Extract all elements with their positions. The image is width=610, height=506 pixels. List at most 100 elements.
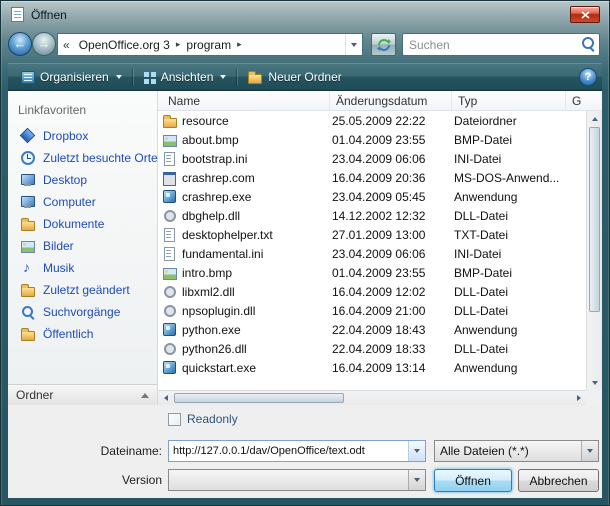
vertical-scrollbar[interactable] <box>586 111 602 390</box>
filetype-combobox[interactable]: Alle Dateien (*.*) <box>434 440 599 462</box>
bmp-file-icon <box>162 132 178 148</box>
views-button[interactable]: Ansichten <box>135 67 235 87</box>
scroll-down-button[interactable] <box>587 375 602 390</box>
version-combobox[interactable] <box>168 469 426 491</box>
file-row[interactable]: crashrep.com 16.04.2009 20:36 MS-DOS-Anw… <box>158 168 586 187</box>
open-button[interactable]: Öffnen <box>434 469 512 492</box>
folder-icon <box>162 113 178 129</box>
chevron-down-icon <box>414 449 420 453</box>
column-header-size[interactable]: G <box>566 91 602 110</box>
music-icon <box>20 260 36 276</box>
file-row[interactable]: desktophelper.txt 27.01.2009 13:00 TXT-D… <box>158 225 586 244</box>
refresh-button[interactable] <box>371 33 396 56</box>
breadcrumb-collapse[interactable]: « <box>58 38 75 52</box>
file-type: INI-Datei <box>448 152 586 166</box>
close-icon <box>581 11 590 19</box>
breadcrumb-dropdown-button[interactable] <box>345 34 362 55</box>
file-date: 27.01.2009 13:00 <box>326 228 448 242</box>
horizontal-scrollbar[interactable] <box>158 390 586 405</box>
sidebar-item-public[interactable]: Öffentlich <box>8 323 157 345</box>
file-type: Anwendung <box>448 361 586 375</box>
file-row[interactable]: fundamental.ini 23.04.2009 06:06 INI-Dat… <box>158 244 586 263</box>
breadcrumb-item-program[interactable]: program <box>182 38 235 52</box>
chevron-left-icon <box>164 395 168 401</box>
help-button[interactable]: ? <box>579 68 597 86</box>
readonly-checkbox[interactable] <box>168 413 181 426</box>
exe-file-icon <box>162 322 178 338</box>
breadcrumb-item-openoffice[interactable]: OpenOffice.org 3 <box>75 38 174 52</box>
back-arrow-icon: ← <box>14 36 27 51</box>
sidebar-item-label: Dropbox <box>43 129 88 143</box>
filename-input[interactable] <box>169 445 408 457</box>
readonly-option[interactable]: Readonly <box>168 412 238 426</box>
dialog-client-area: Linkfavoriten Dropbox Zuletzt besuchte O… <box>8 91 602 498</box>
version-dropdown-button[interactable] <box>408 470 425 490</box>
readonly-label: Readonly <box>187 412 238 426</box>
search-icon[interactable] <box>579 35 599 55</box>
forward-button[interactable]: → <box>32 32 56 56</box>
sidebar-item-searches[interactable]: Suchvorgänge <box>8 301 157 323</box>
file-row[interactable]: crashrep.exe 23.04.2009 05:45 Anwendung <box>158 187 586 206</box>
open-dialog: Öffnen ← → « OpenOffice.org 3 ▸ program … <box>0 0 610 506</box>
sidebar-item-recent-places[interactable]: Zuletzt besuchte Orte <box>8 147 157 169</box>
file-type: DLL-Datei <box>448 209 586 223</box>
sidebar-item-documents[interactable]: Dokumente <box>8 213 157 235</box>
file-row[interactable]: python26.dll 22.04.2009 18:33 DLL-Datei <box>158 339 586 358</box>
sidebar-item-music[interactable]: Musik <box>8 257 157 279</box>
column-header-date[interactable]: Änderungsdatum <box>330 91 452 110</box>
file-type: Anwendung <box>448 323 586 337</box>
new-folder-button[interactable]: Neuer Ordner <box>239 66 349 88</box>
filename-dropdown-button[interactable] <box>408 441 425 461</box>
column-header-name[interactable]: Name <box>158 91 330 110</box>
sidebar-item-dropbox[interactable]: Dropbox <box>8 125 157 147</box>
folders-expander[interactable]: Ordner <box>8 384 157 405</box>
chevron-up-icon <box>141 393 149 398</box>
sidebar-item-desktop[interactable]: Desktop <box>8 169 157 191</box>
file-row[interactable]: npsoplugin.dll 16.04.2009 21:00 DLL-Date… <box>158 301 586 320</box>
dll-file-icon <box>162 303 178 319</box>
sidebar-item-computer[interactable]: Computer <box>8 191 157 213</box>
column-header-type[interactable]: Typ <box>452 91 566 110</box>
file-row[interactable]: resource 25.05.2009 22:22 Dateiordner <box>158 111 586 130</box>
file-name: resource <box>178 114 326 128</box>
vertical-scroll-thumb[interactable] <box>589 127 600 312</box>
sidebar-item-label: Suchvorgänge <box>43 305 120 319</box>
chevron-down-icon <box>587 449 593 453</box>
exe-file-icon <box>162 360 178 376</box>
sidebar-item-label: Dokumente <box>43 217 104 231</box>
file-date: 14.12.2002 12:32 <box>326 209 448 223</box>
organize-button[interactable]: Organisieren <box>13 67 130 87</box>
file-type: DLL-Datei <box>448 342 586 356</box>
ini-file-icon <box>162 246 178 262</box>
file-row[interactable]: python.exe 22.04.2009 18:43 Anwendung <box>158 320 586 339</box>
dos-file-icon <box>162 170 178 186</box>
file-row[interactable]: dbghelp.dll 14.12.2002 12:32 DLL-Datei <box>158 206 586 225</box>
file-date: 01.04.2009 23:55 <box>326 266 448 280</box>
file-row[interactable]: bootstrap.ini 23.04.2009 06:06 INI-Datei <box>158 149 586 168</box>
sidebar-item-label: Computer <box>43 195 96 209</box>
file-date: 22.04.2009 18:43 <box>326 323 448 337</box>
scroll-up-button[interactable] <box>587 111 602 126</box>
file-row[interactable]: intro.bmp 01.04.2009 23:55 BMP-Datei <box>158 263 586 282</box>
file-row[interactable]: quickstart.exe 16.04.2009 13:14 Anwendun… <box>158 358 586 377</box>
exe-file-icon <box>162 189 178 205</box>
file-row[interactable]: about.bmp 01.04.2009 23:55 BMP-Datei <box>158 130 586 149</box>
file-type: MS-DOS-Anwend... <box>448 171 586 185</box>
sidebar-item-label: Bilder <box>43 239 74 253</box>
close-button[interactable] <box>570 6 600 23</box>
file-date: 01.04.2009 23:55 <box>326 133 448 147</box>
favorites-sidebar: Linkfavoriten Dropbox Zuletzt besuchte O… <box>8 91 158 405</box>
computer-icon <box>20 194 36 210</box>
filetype-dropdown-button[interactable] <box>581 441 598 461</box>
file-type: TXT-Datei <box>448 228 586 242</box>
file-row[interactable]: libxml2.dll 16.04.2009 12:02 DLL-Datei <box>158 282 586 301</box>
horizontal-scroll-thumb[interactable] <box>174 393 344 403</box>
back-button[interactable]: ← <box>8 32 32 56</box>
sidebar-item-pictures[interactable]: Bilder <box>8 235 157 257</box>
dropbox-icon <box>20 128 36 144</box>
cancel-button[interactable]: Abbrechen <box>518 469 599 492</box>
scroll-right-button[interactable] <box>571 391 586 405</box>
search-input[interactable] <box>403 38 579 52</box>
sidebar-item-recently-changed[interactable]: Zuletzt geändert <box>8 279 157 301</box>
scroll-left-button[interactable] <box>158 391 173 405</box>
